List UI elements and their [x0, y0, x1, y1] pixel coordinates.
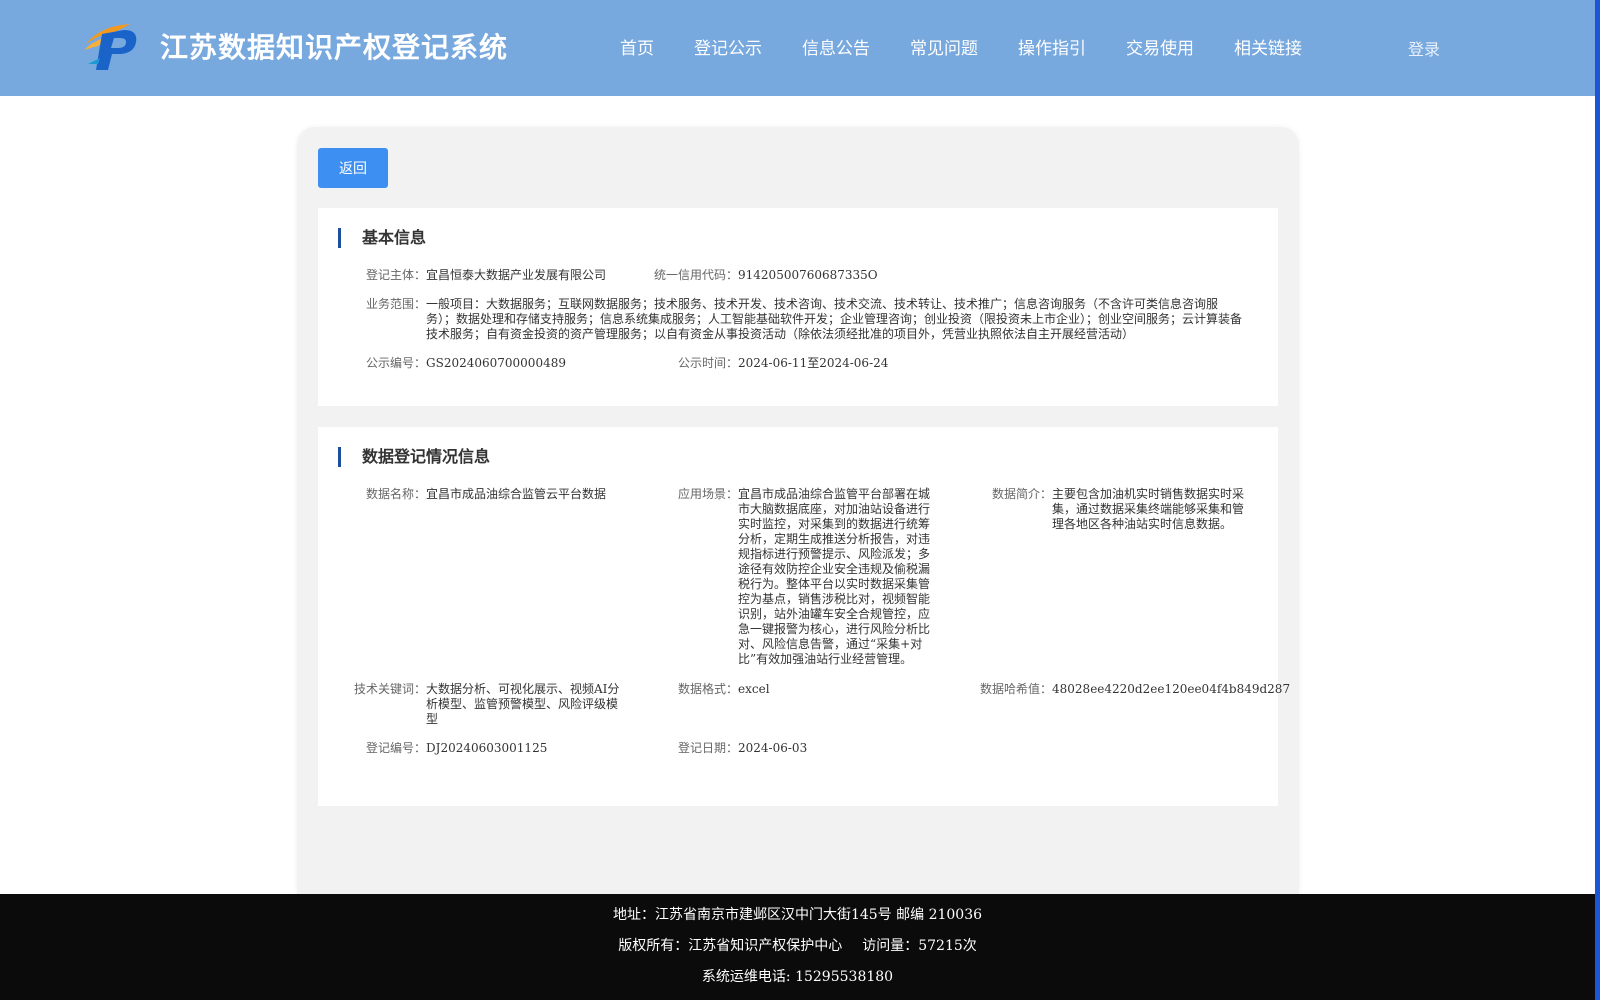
data-format-field: 数据格式： excel: [678, 682, 770, 697]
credit-code-value: 91420500760687335O: [738, 268, 878, 282]
back-button[interactable]: 返回: [318, 148, 388, 188]
registration-no-label: 登记编号：: [366, 741, 427, 755]
business-scope-field: 业务范围： 一般项目：大数据服务；互联网数据服务；技术服务、技术开发、技术咨询、…: [366, 297, 1246, 342]
data-format-label: 数据格式：: [678, 682, 739, 696]
notice-time-value: 2024-06-11至2024-06-24: [738, 356, 889, 370]
data-name-field: 数据名称： 宜昌市成品油综合监管云平台数据: [366, 487, 626, 502]
registration-date-field: 登记日期： 2024-06-03: [678, 741, 807, 756]
data-format-value: excel: [738, 682, 770, 696]
data-intro-field: 数据简介： 主要包含加油机实时销售数据实时采集，通过数据采集终端能够采集和管理各…: [992, 487, 1248, 532]
registration-date-value: 2024-06-03: [738, 741, 808, 755]
nav-faq[interactable]: 常见问题: [910, 34, 978, 59]
data-intro-value: 主要包含加油机实时销售数据实时采集，通过数据采集终端能够采集和管理各地区各种油站…: [1052, 487, 1245, 531]
ip-logo-icon[interactable]: [80, 20, 140, 72]
data-name-value: 宜昌市成品油综合监管云平台数据: [426, 487, 607, 501]
tech-keywords-label: 技术关键词：: [354, 682, 427, 696]
nav-guide[interactable]: 操作指引: [1018, 34, 1086, 59]
data-intro-label: 数据简介：: [992, 487, 1053, 501]
notice-time-label: 公示时间：: [678, 356, 739, 370]
data-name-label: 数据名称：: [366, 487, 427, 501]
application-scene-field: 应用场景： 宜昌市成品油综合监管平台部署在城市大脑数据底座，对加油站设备进行实时…: [678, 487, 934, 667]
nav-links[interactable]: 相关链接: [1234, 34, 1302, 59]
footer-copyright-line: 版权所有：江苏省知识产权保护中心 访问量：57215次: [0, 935, 1595, 955]
data-hash-value: 48028ee4220d2ee120ee04f4b849d287: [1052, 682, 1291, 696]
application-scene-label: 应用场景：: [678, 487, 739, 501]
data-hash-label: 数据哈希值：: [980, 682, 1053, 696]
data-hash-field: 数据哈希值： 48028ee4220d2ee120ee04f4b849d287: [980, 682, 1290, 697]
scrollbar-edge: [1595, 0, 1600, 1000]
subject-label: 登记主体：: [366, 268, 427, 282]
footer-copyright: 版权所有：江苏省知识产权保护中心: [618, 938, 843, 954]
footer-phone: 系统运维电话: 15295538180: [701, 969, 894, 985]
site-header: 江苏数据知识产权登记系统 首页 登记公示 信息公告 常见问题 操作指引 交易使用…: [0, 0, 1595, 96]
nav-registration-notice[interactable]: 登记公示: [694, 34, 762, 59]
tech-keywords-value: 大数据分析、可视化展示、视频AI分析模型、监管预警模型、风险评级模型: [426, 682, 620, 726]
business-scope-label: 业务范围：: [366, 297, 427, 311]
nav-home[interactable]: 首页: [620, 34, 654, 59]
footer-address: 地址：江苏省南京市建邺区汉中门大街145号 邮编 210036: [612, 907, 983, 923]
registration-date-label: 登记日期：: [678, 741, 739, 755]
registration-info-title: 数据登记情况信息: [338, 447, 490, 467]
credit-code-label: 统一信用代码：: [654, 268, 739, 282]
subject-field: 登记主体： 宜昌恒泰大数据产业发展有限公司: [366, 268, 606, 283]
notice-no-label: 公示编号：: [366, 356, 427, 370]
notice-time-field: 公示时间： 2024-06-11至2024-06-24: [678, 356, 888, 371]
registration-no-value: DJ20240603001125: [426, 741, 548, 755]
business-scope-value: 一般项目：大数据服务；互联网数据服务；技术服务、技术开发、技术咨询、技术交流、技…: [426, 297, 1243, 341]
nav-trade-use[interactable]: 交易使用: [1126, 34, 1194, 59]
subject-value: 宜昌恒泰大数据产业发展有限公司: [426, 268, 607, 282]
footer-visits: 访问量：57215次: [862, 938, 977, 954]
nav-announcements[interactable]: 信息公告: [802, 34, 870, 59]
notice-no-field: 公示编号： GS2024060700000489: [366, 356, 566, 371]
notice-no-value: GS2024060700000489: [426, 356, 566, 370]
basic-info-title: 基本信息: [338, 228, 426, 248]
application-scene-value: 宜昌市成品油综合监管平台部署在城市大脑数据底座，对加油站设备进行实时监控，对采集…: [738, 487, 931, 666]
site-title: 江苏数据知识产权登记系统: [160, 31, 509, 64]
basic-info-panel: 基本信息 登记主体： 宜昌恒泰大数据产业发展有限公司 统一信用代码： 91420…: [318, 208, 1278, 406]
tech-keywords-field: 技术关键词： 大数据分析、可视化展示、视频AI分析模型、监管预警模型、风险评级模…: [354, 682, 626, 727]
registration-info-panel: 数据登记情况信息 数据名称： 宜昌市成品油综合监管云平台数据 应用场景： 宜昌市…: [318, 427, 1290, 806]
credit-code-field: 统一信用代码： 91420500760687335O: [654, 268, 878, 283]
site-footer: 地址：江苏省南京市建邺区汉中门大街145号 邮编 210036 版权所有：江苏省…: [0, 894, 1595, 1000]
detail-card: 返回 基本信息 登记主体： 宜昌恒泰大数据产业发展有限公司 统一信用代码： 91…: [297, 127, 1299, 907]
registration-no-field: 登记编号： DJ20240603001125: [366, 741, 547, 756]
login-link[interactable]: 登录: [1408, 36, 1440, 60]
main-nav: 首页 登记公示 信息公告 常见问题 操作指引 交易使用 相关链接: [620, 34, 1342, 59]
